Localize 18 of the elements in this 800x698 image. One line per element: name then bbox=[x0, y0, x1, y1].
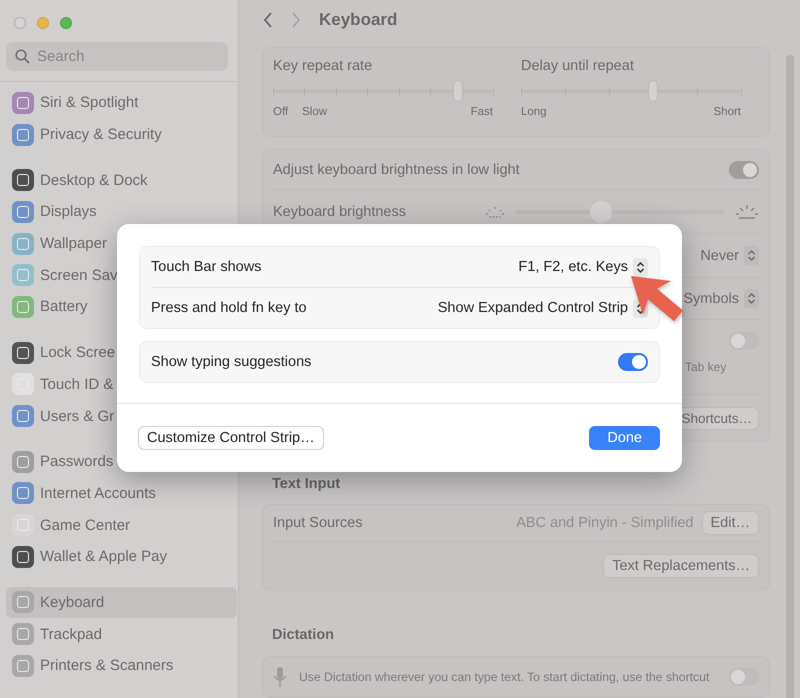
window-title: Keyboard bbox=[319, 10, 398, 30]
section-heading: Text Input bbox=[272, 476, 342, 492]
dictation-description: Use Dictation wherever you can type text. To start dictating, use the shortcut bbox=[299, 670, 710, 684]
section-heading: Dictation bbox=[272, 627, 336, 643]
slider-label: Fast bbox=[470, 106, 493, 118]
row-label: Touch Bar shows bbox=[151, 259, 262, 275]
slider-title: Key repeat rate bbox=[273, 58, 374, 74]
slider-label: Long bbox=[521, 106, 547, 118]
row-label: Press and hold fn key to bbox=[151, 300, 307, 316]
row-label: Keyboard brightness bbox=[273, 204, 406, 220]
row-label: Input Sources bbox=[273, 515, 362, 531]
row-label: Adjust keyboard brightness in low light bbox=[273, 162, 520, 178]
row-description: Tab key bbox=[685, 360, 728, 374]
slider-label: Off bbox=[273, 106, 288, 118]
slider-label: Short bbox=[714, 106, 741, 118]
row-label: Show typing suggestions bbox=[151, 354, 312, 370]
slider-label: Slow bbox=[302, 106, 328, 118]
slider-title: Delay until repeat bbox=[521, 58, 635, 74]
